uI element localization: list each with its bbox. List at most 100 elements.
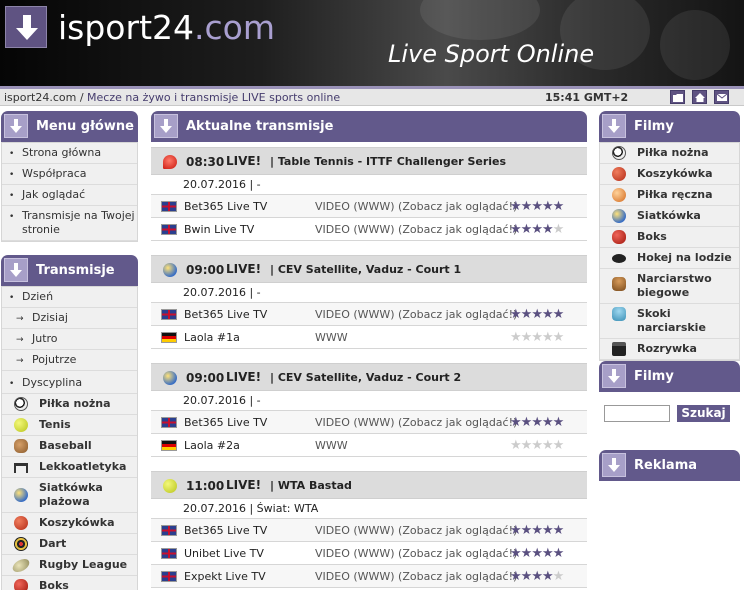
channel-name[interactable]: Bet365 Live TV: [184, 411, 267, 434]
stream-row[interactable]: Laola #1a WWW ★★★★★: [151, 326, 587, 349]
stream-row[interactable]: Bet365 Live TV VIDEO (WWW) (Zobacz jak o…: [151, 519, 587, 542]
menu-item-how-to-watch[interactable]: • Jak oglądać: [2, 185, 137, 206]
event-header[interactable]: 09:00 LIVE! | CEV Satellite, Vaduz - Cou…: [151, 255, 587, 283]
main-menu: • Strona główna • Współpraca • Jak oglądać …: [1, 142, 138, 242]
event-date: 20.07.2016 | -: [151, 175, 587, 195]
channel-name[interactable]: Bet365 Live TV: [184, 303, 267, 326]
stream-type[interactable]: WWW: [315, 326, 348, 349]
rating-stars: ★★★★★: [510, 326, 564, 349]
skier-icon: [612, 277, 626, 291]
star-icon: ★: [510, 546, 522, 561]
event-time: 08:30: [186, 155, 225, 169]
transmissions-panel-header: Transmisje: [1, 255, 138, 286]
star-icon: ★: [541, 438, 554, 453]
stream-row[interactable]: Unibet Live TV VIDEO (WWW) (Zobacz jak o…: [151, 542, 587, 565]
video-item-ice-hockey[interactable]: Hokej na lodzie: [600, 248, 739, 269]
site-logo[interactable]: isport24.com: [58, 8, 275, 47]
channel-name[interactable]: Bet365 Live TV: [184, 195, 267, 218]
event-header[interactable]: 08:30 LIVE! | Table Tennis - ITTF Challe…: [151, 147, 587, 175]
stream-type[interactable]: VIDEO (WWW) (Zobacz jak oglądać!): [315, 519, 517, 542]
day-item-day-after[interactable]: → Pojutrze: [2, 350, 137, 371]
sport-item-rugby[interactable]: Rugby League: [2, 555, 137, 576]
video-item-handball[interactable]: Piłka ręczna: [600, 185, 739, 206]
video-item-ski-jumping[interactable]: Skoki narciarskie: [600, 304, 739, 339]
stream-type[interactable]: VIDEO (WWW) (Zobacz jak oglądać!): [315, 218, 517, 241]
star-icon: ★: [510, 222, 522, 237]
stream-type[interactable]: WWW: [315, 434, 348, 457]
stream-row[interactable]: Expekt Live TV VIDEO (WWW) (Zobacz jak o…: [151, 565, 587, 588]
video-item-volleyball[interactable]: Siatkówka: [600, 206, 739, 227]
sport-item-boxing[interactable]: Boks: [2, 576, 137, 590]
star-icon: ★: [541, 307, 554, 322]
video-item-boxing[interactable]: Boks: [600, 227, 739, 248]
channel-name[interactable]: Laola #1a: [184, 326, 240, 349]
video-item-cross-country[interactable]: Narciarstwo biegowe: [600, 269, 739, 304]
star-icon: ★: [541, 569, 554, 584]
folder-icon[interactable]: [670, 90, 685, 104]
star-icon: ★: [552, 438, 565, 453]
sport-item-dart[interactable]: Dart: [2, 534, 137, 555]
search-button[interactable]: Szukaj: [677, 405, 730, 422]
stream-row[interactable]: Bet365 Live TV VIDEO (WWW) (Zobacz jak o…: [151, 195, 587, 218]
discipline-label[interactable]: • Dyscyplina: [2, 371, 137, 394]
clock: 15:41 GMT+2: [545, 91, 629, 104]
event-time: 11:00: [186, 479, 225, 493]
sport-item-athletics[interactable]: Lekkoatletyka: [2, 457, 137, 478]
day-item-today[interactable]: → Dzisiaj: [2, 308, 137, 329]
event-header[interactable]: 11:00 LIVE! | WTA Bastad: [151, 471, 587, 499]
sport-item-basketball[interactable]: Koszykówka: [2, 513, 137, 534]
volleyball-icon: [163, 263, 177, 277]
mail-icon[interactable]: [714, 90, 729, 104]
channel-name[interactable]: Expekt Live TV: [184, 565, 266, 588]
video-search-title: Filmy: [634, 369, 674, 384]
stream-row[interactable]: Bet365 Live TV VIDEO (WWW) (Zobacz jak o…: [151, 303, 587, 326]
sport-item-football[interactable]: Piłka nożna: [2, 394, 137, 415]
logo-arrow-icon[interactable]: [5, 6, 47, 48]
star-icon: ★: [552, 546, 565, 561]
breadcrumb: isport24.com / Mecze na żywo i transmisj…: [0, 89, 744, 106]
sport-item-beach-volleyball[interactable]: Siatkówka plażowa: [2, 478, 137, 513]
stream-row[interactable]: Bwin Live TV VIDEO (WWW) (Zobacz jak ogl…: [151, 218, 587, 241]
live-badge: LIVE!: [226, 370, 262, 384]
breadcrumb-home-link[interactable]: isport24.com / Mecze na żywo i transmisj…: [4, 89, 340, 106]
channel-name[interactable]: Bwin Live TV: [184, 218, 254, 241]
stream-type[interactable]: VIDEO (WWW) (Zobacz jak oglądać!): [315, 303, 517, 326]
star-icon: ★: [531, 199, 543, 214]
star-icon: ★: [541, 222, 554, 237]
video-item-football[interactable]: Piłka nożna: [600, 143, 739, 164]
stream-type[interactable]: VIDEO (WWW) (Zobacz jak oglądać!): [315, 565, 517, 588]
day-label[interactable]: • Dzień: [2, 287, 137, 308]
boxing-glove-icon: [14, 579, 28, 590]
basketball-icon: [14, 516, 28, 530]
event-header[interactable]: 09:00 LIVE! | CEV Satellite, Vaduz - Cou…: [151, 363, 587, 391]
baseball-glove-icon: [14, 439, 28, 453]
germany-flag-icon: [161, 332, 177, 343]
rating-stars: ★★★★★: [510, 542, 565, 565]
stream-type[interactable]: VIDEO (WWW) (Zobacz jak oglądać!): [315, 411, 517, 434]
stream-type[interactable]: VIDEO (WWW) (Zobacz jak oglądać!): [315, 195, 517, 218]
star-icon: ★: [520, 222, 533, 237]
menu-item-embed[interactable]: • Transmisje na Twojej stronie: [2, 206, 137, 241]
star-icon: ★: [531, 307, 543, 322]
menu-item-cooperation[interactable]: • Współpraca: [2, 164, 137, 185]
channel-name[interactable]: Unibet Live TV: [184, 542, 264, 565]
stream-row[interactable]: Laola #2a WWW ★★★★★: [151, 434, 587, 457]
video-item-basketball[interactable]: Koszykówka: [600, 164, 739, 185]
channel-name[interactable]: Bet365 Live TV: [184, 519, 267, 542]
stream-row[interactable]: Bet365 Live TV VIDEO (WWW) (Zobacz jak o…: [151, 411, 587, 434]
video-item-entertainment[interactable]: Rozrywka: [600, 339, 739, 360]
event-name: | Table Tennis - ITTF Challenger Series: [270, 155, 507, 168]
stream-type[interactable]: VIDEO (WWW) (Zobacz jak oglądać!): [315, 542, 517, 565]
event-block: 09:00 LIVE! | CEV Satellite, Vaduz - Cou…: [151, 363, 587, 457]
sport-item-tennis[interactable]: Tenis: [2, 415, 137, 436]
hurdle-icon: [14, 463, 28, 473]
channel-name[interactable]: Laola #2a: [184, 434, 240, 457]
video-search-input[interactable]: [604, 405, 670, 422]
menu-item-home[interactable]: • Strona główna: [2, 143, 137, 164]
star-icon: ★: [520, 307, 533, 322]
day-item-tomorrow[interactable]: → Jutro: [2, 329, 137, 350]
ads-panel-title: Reklama: [634, 458, 698, 473]
home-icon[interactable]: [692, 90, 707, 104]
sport-item-baseball[interactable]: Baseball: [2, 436, 137, 457]
event-name: | CEV Satellite, Vaduz - Court 1: [270, 263, 462, 276]
